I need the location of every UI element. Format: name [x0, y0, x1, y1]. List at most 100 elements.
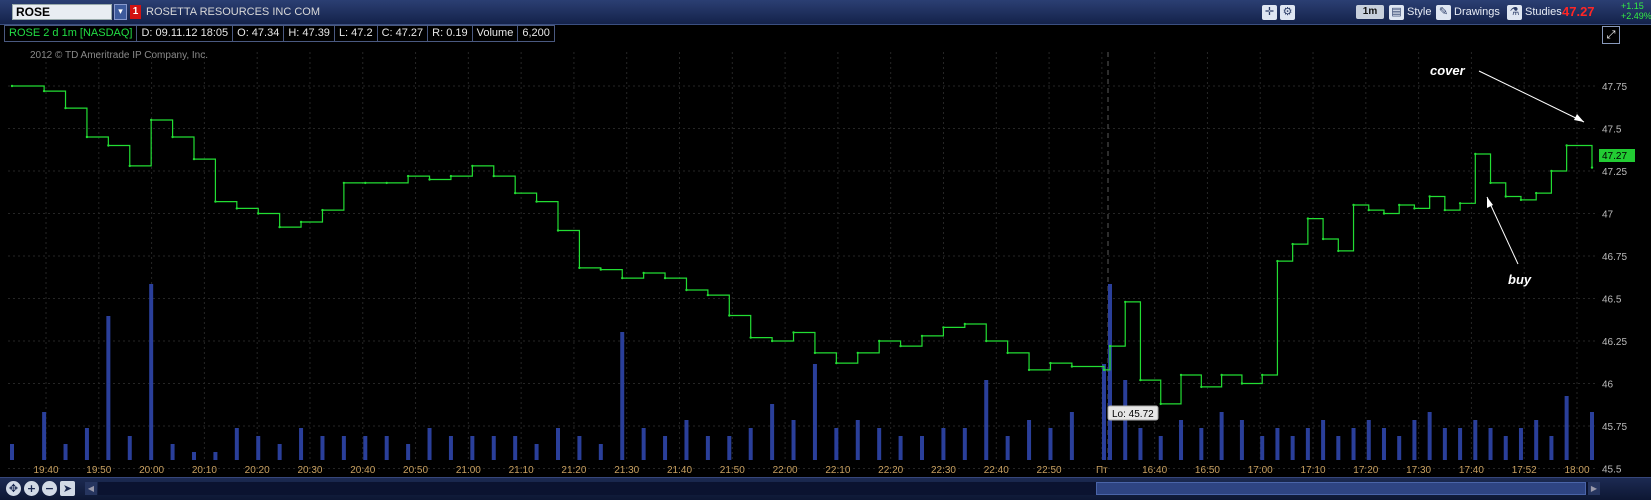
- price-point: [214, 200, 217, 203]
- price-point: [235, 207, 239, 210]
- price-point: [492, 174, 495, 178]
- chart-grid: [8, 52, 1597, 469]
- x-tick-label: 20:50: [403, 465, 428, 476]
- aggregation-button[interactable]: 1m: [1356, 5, 1384, 19]
- x-tick-label: 16:40: [1142, 465, 1167, 476]
- volume-bar: [920, 436, 924, 460]
- pan-icon[interactable]: ✥: [6, 481, 21, 496]
- volume-bar: [427, 428, 432, 460]
- volume-bar: [1108, 284, 1112, 460]
- price-point: [1337, 249, 1340, 253]
- style-menu[interactable]: ▤ Style: [1389, 3, 1431, 21]
- x-tick-label: 22:30: [931, 465, 956, 476]
- price-point: [1179, 373, 1183, 377]
- x-tick-label: 21:40: [667, 465, 692, 476]
- last-price: 47.27: [1562, 4, 1595, 19]
- volume-bar: [1590, 412, 1594, 460]
- price-point: [64, 106, 67, 110]
- volume-bar: [1158, 436, 1163, 460]
- zoom-in-icon[interactable]: +: [24, 481, 39, 496]
- volume-bar: [299, 428, 304, 460]
- price-point: [278, 225, 281, 229]
- price-point: [1382, 212, 1386, 215]
- price-point: [342, 181, 346, 185]
- volume-bar: [1102, 364, 1106, 460]
- y-tick-label: 46.5: [1602, 295, 1622, 306]
- volume-bar: [149, 284, 154, 460]
- volume-bar: [598, 444, 603, 460]
- studies-icon: ⚗: [1507, 4, 1522, 20]
- price-point: [1070, 365, 1074, 368]
- price-point: [385, 181, 388, 185]
- bar-date: D: 09.11.12 18:05: [136, 25, 234, 42]
- drawings-label: Drawings: [1454, 6, 1500, 18]
- x-tick-label: 22:40: [984, 465, 1009, 476]
- price-point: [963, 322, 967, 326]
- wrench-icon: ⚙: [1280, 4, 1295, 20]
- price-chart[interactable]: 47.75 47.5 47.25 47 46.75 46.5 46.25 46 45.75 45.…: [0, 42, 1651, 477]
- price-point: [321, 208, 324, 212]
- volume-bar: [513, 436, 518, 460]
- price-point: [835, 361, 838, 365]
- price-series: [10, 84, 1594, 406]
- volume-bar: [406, 444, 411, 460]
- volume-bar: [1488, 428, 1493, 460]
- cursor-icon[interactable]: ➤: [60, 481, 75, 496]
- volume-bar: [1321, 420, 1326, 460]
- symbol-dropdown-icon[interactable]: ▾: [114, 4, 127, 20]
- price-point: [685, 288, 688, 292]
- volume-bar: [727, 436, 732, 460]
- volume-bar: [277, 444, 282, 460]
- price-point: [813, 351, 817, 355]
- volume-bar: [834, 428, 839, 460]
- price-point: [42, 89, 46, 93]
- x-tick-label: 17:30: [1406, 465, 1431, 476]
- wrench-button[interactable]: ⚙: [1280, 3, 1295, 21]
- crosshair-button[interactable]: ✛: [1262, 3, 1277, 21]
- price-point: [1413, 207, 1416, 210]
- volume-bar: [448, 436, 453, 460]
- price-point: [856, 351, 859, 355]
- price-point: [1590, 166, 1594, 169]
- bar-low: L: 47.2: [333, 25, 378, 42]
- volume-bar: [855, 420, 860, 460]
- price-point: [128, 164, 131, 168]
- studies-menu[interactable]: ⚗ Studies: [1507, 3, 1562, 21]
- volume-bar: [877, 428, 882, 460]
- price-point: [706, 293, 710, 297]
- price-point: [406, 174, 410, 178]
- net-change: +1.15: [1621, 1, 1644, 11]
- x-tick-label: 19:40: [33, 465, 58, 476]
- volume-bar: [63, 444, 68, 460]
- chart-info-bar: ROSE 2 d 1m [NASDAQ] D: 09.11.12 18:05 O…: [4, 25, 555, 42]
- price-point: [85, 135, 89, 139]
- scroll-left-icon[interactable]: ◀: [85, 482, 97, 495]
- price-point: [728, 314, 731, 317]
- y-tick-label: 47.75: [1602, 82, 1627, 93]
- link-group-badge[interactable]: 1: [130, 5, 141, 19]
- bar-range: R: 0.19: [427, 25, 473, 42]
- drawings-menu[interactable]: ✎ Drawings: [1436, 3, 1500, 21]
- top-toolbar: ROSE ▾ 1 ROSETTA RESOURCES INC COM ✛ ⚙ 1…: [0, 0, 1651, 25]
- volume-bar: [984, 380, 989, 460]
- volume-bar: [577, 436, 582, 460]
- volume-bar: [663, 436, 668, 460]
- price-point: [107, 144, 110, 147]
- scroll-right-icon[interactable]: ▶: [1588, 482, 1600, 495]
- volume-value: 6,200: [517, 25, 555, 42]
- price-point: [257, 212, 260, 215]
- low-label: Lo: 45.72: [1112, 409, 1154, 420]
- scroll-thumb[interactable]: [1096, 482, 1586, 495]
- buy-arrow-head: [1487, 197, 1493, 208]
- price-tag-label: 47.27: [1602, 151, 1627, 162]
- price-point: [1261, 373, 1264, 377]
- symbol-input[interactable]: ROSE: [12, 4, 112, 20]
- zoom-out-icon[interactable]: −: [42, 481, 57, 496]
- volume-bar: [320, 436, 325, 460]
- y-axis: 47.75 47.5 47.25 47 46.75 46.5 46.25 46 45.75 45.…: [1602, 82, 1627, 476]
- x-tick-label: 17:40: [1459, 465, 1484, 476]
- y-tick-label: 46.25: [1602, 337, 1627, 348]
- volume-bar: [1069, 412, 1074, 460]
- volume-bar: [470, 436, 475, 460]
- volume-bar: [1275, 428, 1280, 460]
